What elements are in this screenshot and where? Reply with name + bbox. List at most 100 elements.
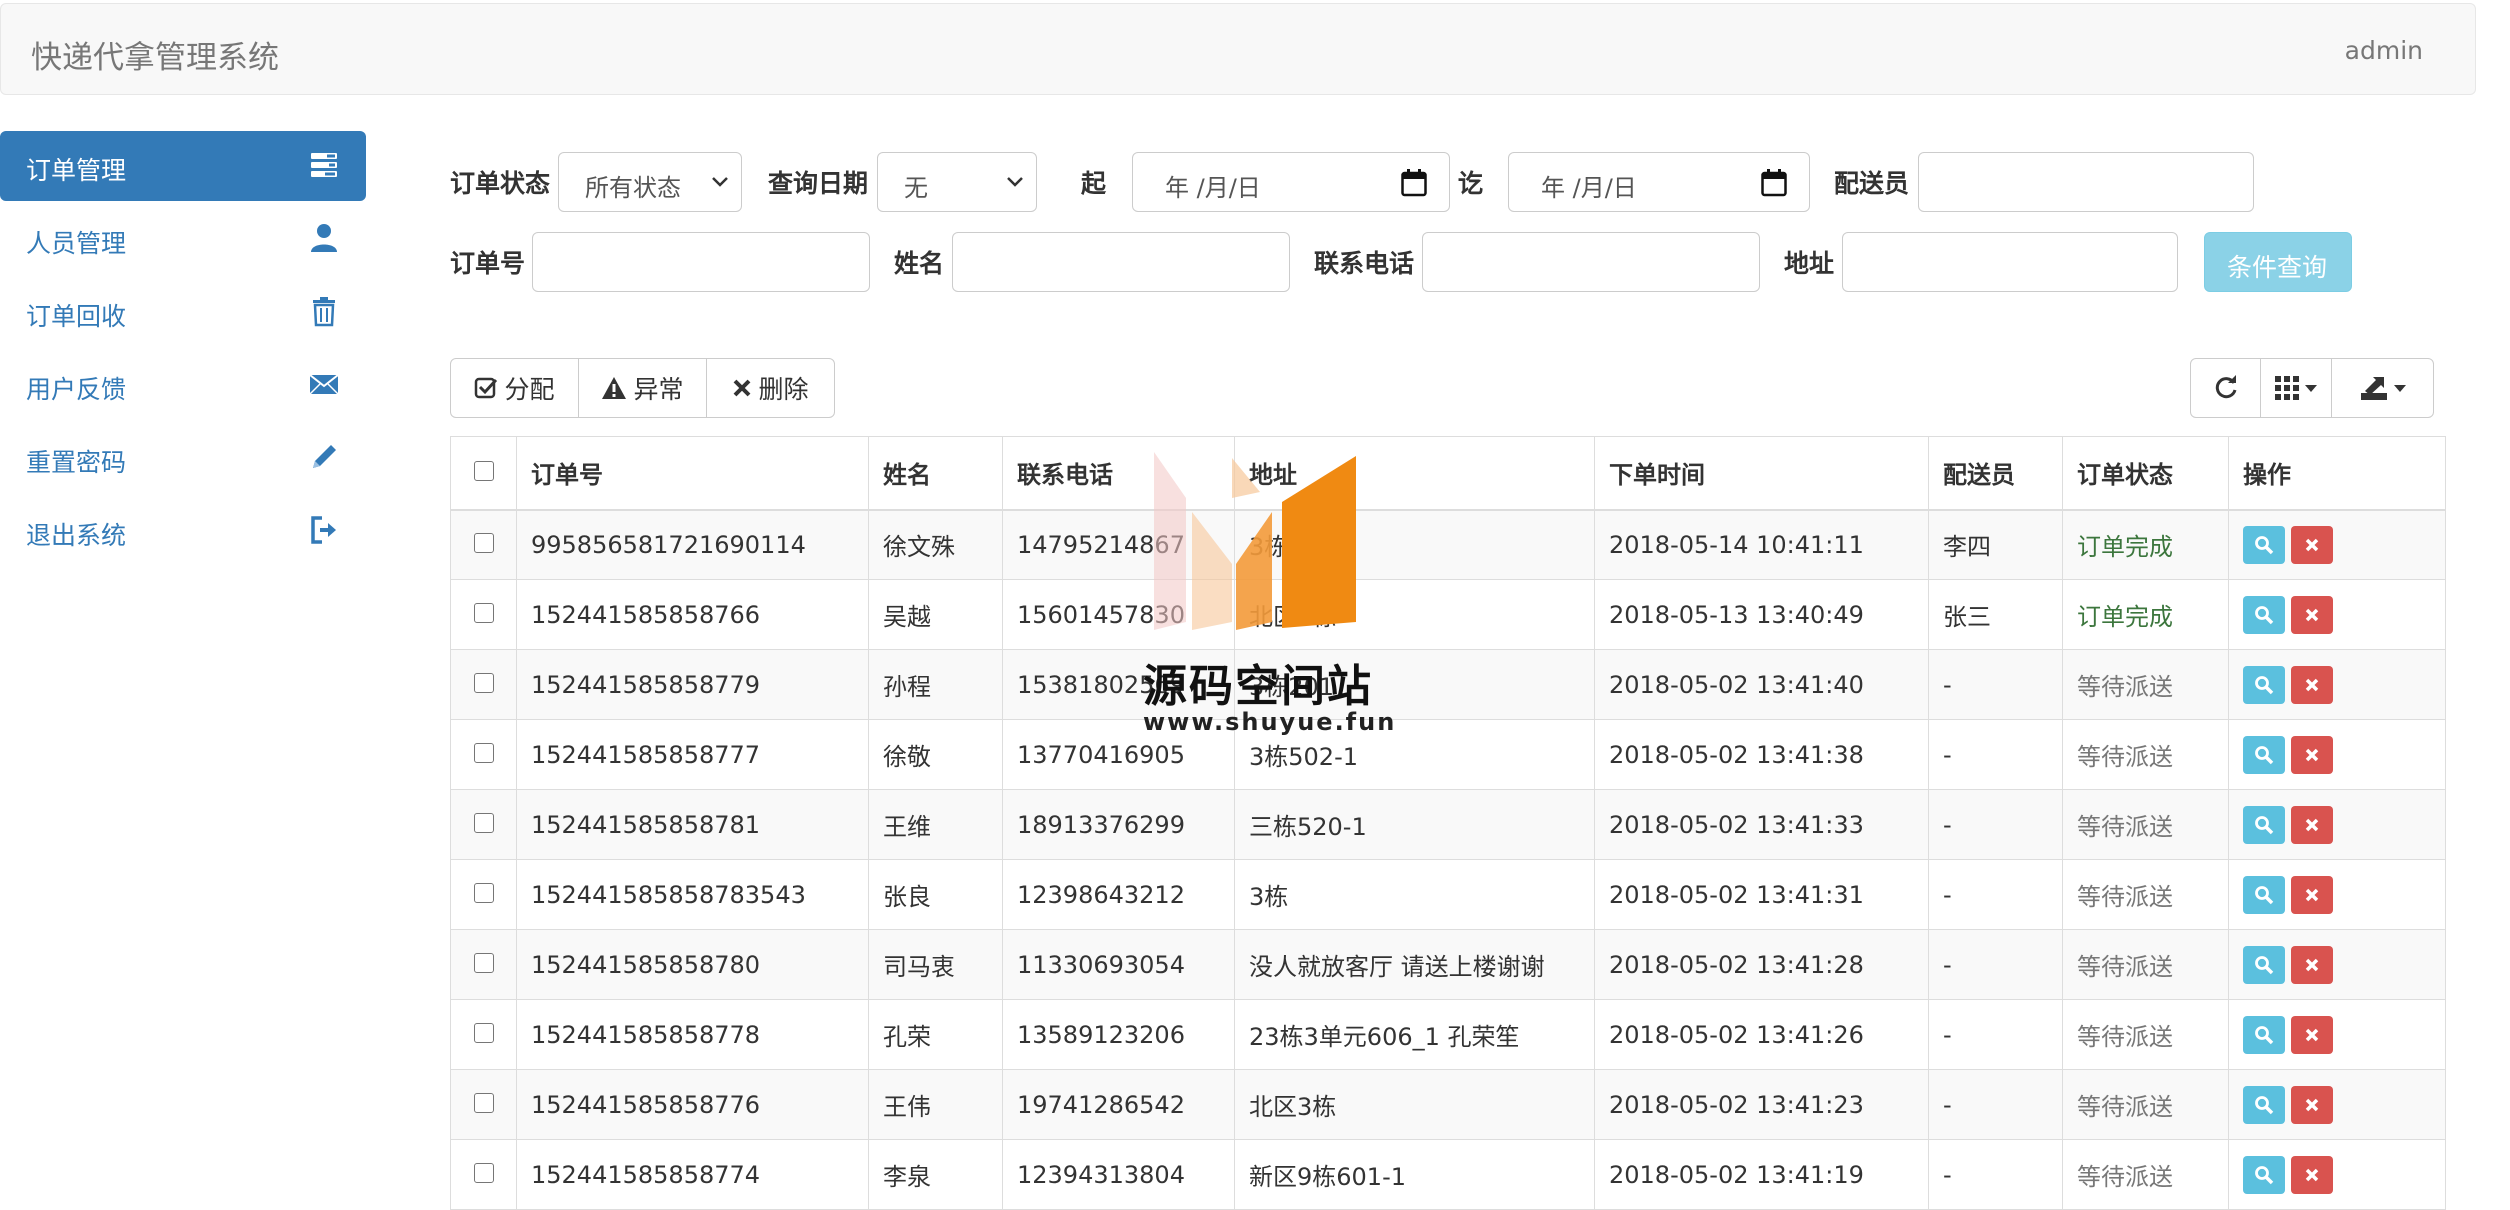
app-title[interactable]: 快递代拿管理系统 bbox=[31, 32, 279, 77]
table-row[interactable]: 152441585858777 徐敬 13770416905 3栋502-1 2… bbox=[450, 719, 2446, 790]
date-filter-label: 查询日期 bbox=[768, 169, 869, 198]
row-checkbox[interactable] bbox=[473, 1022, 494, 1043]
cell-time: 2018-05-02 13:41:31 bbox=[1594, 859, 1929, 930]
close-icon bbox=[2305, 888, 2319, 901]
top-navbar: 快递代拿管理系统 admin bbox=[0, 3, 2476, 95]
cell-courier: - bbox=[1928, 929, 2063, 1000]
col-header-time[interactable]: 下单时间 bbox=[1594, 436, 1929, 511]
delete-order-button[interactable] bbox=[2291, 1085, 2333, 1124]
watermark-title: 源码空间站 bbox=[1143, 661, 1373, 712]
table-row[interactable]: 152441585858776 王伟 19741286542 北区3栋 2018… bbox=[450, 1069, 2446, 1140]
export-icon bbox=[2360, 377, 2387, 400]
cell-courier: 张三 bbox=[1928, 579, 2063, 650]
table-row[interactable]: 995856581721690114 徐文殊 14795214867 3栋402… bbox=[450, 509, 2446, 580]
row-checkbox[interactable] bbox=[473, 602, 494, 623]
row-checkbox[interactable] bbox=[473, 1162, 494, 1183]
cell-name: 张良 bbox=[868, 859, 1003, 930]
close-icon bbox=[734, 379, 751, 397]
address-input[interactable] bbox=[1842, 232, 2178, 292]
cell-address: 北区3栋 bbox=[1234, 1069, 1595, 1140]
cell-time: 2018-05-02 13:41:23 bbox=[1594, 1069, 1929, 1140]
col-header-status[interactable]: 订单状态 bbox=[2062, 436, 2229, 511]
refresh-button[interactable] bbox=[2190, 358, 2261, 418]
sidebar-item-logout[interactable]: 退出系统 bbox=[0, 496, 366, 566]
view-order-button[interactable] bbox=[2243, 1155, 2285, 1194]
columns-toggle-button[interactable] bbox=[2260, 358, 2332, 418]
date-select[interactable]: 无 bbox=[877, 152, 1037, 212]
sidebar-item-user-feedback[interactable]: 用户反馈 bbox=[0, 350, 366, 420]
row-checkbox[interactable] bbox=[473, 1092, 494, 1113]
delete-order-button[interactable] bbox=[2291, 595, 2333, 634]
row-select-cell bbox=[450, 719, 517, 790]
sidebar-item-order-recycle[interactable]: 订单回收 bbox=[0, 277, 366, 347]
cell-address: 三栋520-1 bbox=[1234, 789, 1595, 860]
table-row[interactable]: 152441585858783543 张良 12398643212 3栋 201… bbox=[450, 859, 2446, 930]
delete-order-button[interactable] bbox=[2291, 1015, 2333, 1054]
row-checkbox[interactable] bbox=[473, 882, 494, 903]
table-row[interactable]: 152441585858778 孔荣 13589123206 23栋3单元606… bbox=[450, 999, 2446, 1070]
view-order-button[interactable] bbox=[2243, 945, 2285, 984]
cell-status: 订单完成 bbox=[2062, 509, 2229, 580]
cell-courier: - bbox=[1928, 649, 2063, 720]
view-order-button[interactable] bbox=[2243, 875, 2285, 914]
cell-order-no: 152441585858774 bbox=[516, 1139, 869, 1210]
delete-order-button[interactable] bbox=[2291, 945, 2333, 984]
cell-status: 等待派送 bbox=[2062, 649, 2229, 720]
delete-button[interactable]: 删除 bbox=[706, 358, 835, 418]
col-header-order-no[interactable]: 订单号 bbox=[516, 436, 869, 511]
status-select[interactable]: 所有状态 bbox=[558, 152, 742, 212]
order-no-input[interactable] bbox=[532, 232, 870, 292]
table-row[interactable]: 152441585858766 吴越 15601457830 北区1栋 2018… bbox=[450, 579, 2446, 650]
to-date-label: 讫 bbox=[1458, 169, 1484, 198]
search-icon bbox=[2255, 885, 2274, 904]
calendar-icon[interactable] bbox=[1761, 169, 1787, 197]
sidebar-item-reset-password[interactable]: 重置密码 bbox=[0, 423, 366, 493]
name-input[interactable] bbox=[952, 232, 1290, 292]
row-select-cell bbox=[450, 579, 517, 650]
row-checkbox[interactable] bbox=[473, 812, 494, 833]
view-order-button[interactable] bbox=[2243, 1085, 2285, 1124]
cell-name: 孔荣 bbox=[868, 999, 1003, 1070]
table-row[interactable]: 152441585858781 王维 18913376299 三栋520-1 2… bbox=[450, 789, 2446, 860]
phone-input[interactable] bbox=[1422, 232, 1760, 292]
calendar-icon[interactable] bbox=[1401, 169, 1427, 197]
delete-order-button[interactable] bbox=[2291, 735, 2333, 774]
select-all-checkbox[interactable] bbox=[473, 460, 494, 481]
sidebar-item-staff-management[interactable]: 人员管理 bbox=[0, 204, 366, 274]
delete-order-button[interactable] bbox=[2291, 805, 2333, 844]
delete-order-button[interactable] bbox=[2291, 1155, 2333, 1194]
col-header-name[interactable]: 姓名 bbox=[868, 436, 1003, 511]
query-button[interactable]: 条件查询 bbox=[2204, 232, 2352, 292]
col-header-actions: 操作 bbox=[2228, 436, 2446, 511]
assign-button[interactable]: 分配 bbox=[450, 358, 579, 418]
table-row[interactable]: 152441585858779 孙程 15381802569 3栋201 201… bbox=[450, 649, 2446, 720]
row-checkbox[interactable] bbox=[473, 532, 494, 553]
sidebar-item-label: 重置密码 bbox=[26, 448, 127, 477]
table-row[interactable]: 152441585858780 司马衷 11330693054 没人就放客厅 请… bbox=[450, 929, 2446, 1000]
view-order-button[interactable] bbox=[2243, 525, 2285, 564]
export-button[interactable] bbox=[2331, 358, 2434, 418]
view-order-button[interactable] bbox=[2243, 805, 2285, 844]
row-checkbox[interactable] bbox=[473, 742, 494, 763]
abnormal-button[interactable]: 异常 bbox=[578, 358, 707, 418]
delete-order-button[interactable] bbox=[2291, 665, 2333, 704]
view-order-button[interactable] bbox=[2243, 1015, 2285, 1054]
user-icon bbox=[311, 224, 337, 252]
sidebar-item-order-management[interactable]: 订单管理 bbox=[0, 131, 366, 201]
from-date-input[interactable]: 年 /月/日 bbox=[1132, 152, 1450, 212]
view-order-button[interactable] bbox=[2243, 665, 2285, 704]
courier-input[interactable] bbox=[1918, 152, 2254, 212]
row-checkbox[interactable] bbox=[473, 952, 494, 973]
search-icon bbox=[2255, 955, 2274, 974]
to-date-input[interactable]: 年 /月/日 bbox=[1508, 152, 1810, 212]
view-order-button[interactable] bbox=[2243, 595, 2285, 634]
col-header-courier[interactable]: 配送员 bbox=[1928, 436, 2063, 511]
row-checkbox[interactable] bbox=[473, 672, 494, 693]
cell-status: 等待派送 bbox=[2062, 929, 2229, 1000]
delete-order-button[interactable] bbox=[2291, 875, 2333, 914]
delete-order-button[interactable] bbox=[2291, 525, 2333, 564]
view-order-button[interactable] bbox=[2243, 735, 2285, 774]
current-user[interactable]: admin bbox=[2345, 36, 2423, 65]
cell-address: 没人就放客厅 请送上楼谢谢 bbox=[1234, 929, 1595, 1000]
table-row[interactable]: 152441585858774 李泉 12394313804 新区9栋601-1… bbox=[450, 1139, 2446, 1210]
